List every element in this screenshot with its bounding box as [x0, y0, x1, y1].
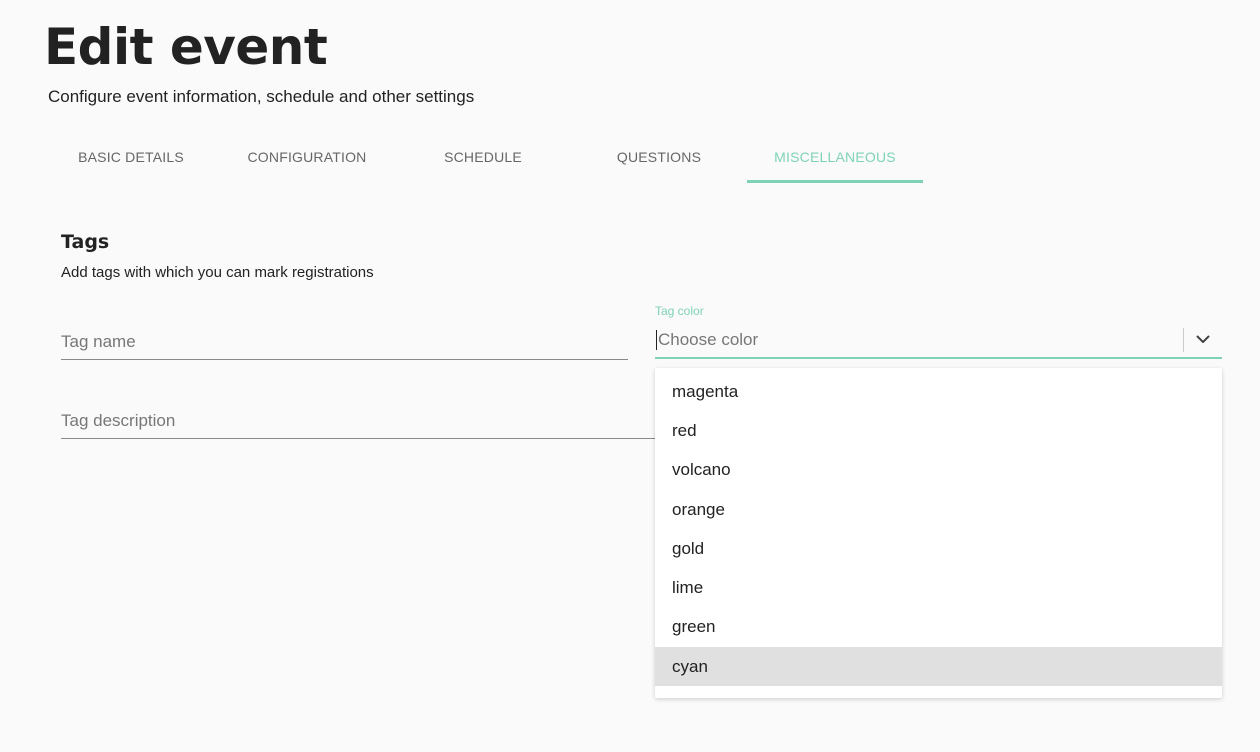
tab-bar: BASIC DETAILS CONFIGURATION SCHEDULE QUE…	[43, 131, 923, 183]
color-option-magenta[interactable]: magenta	[655, 372, 1222, 411]
tag-color-label: Tag color	[655, 304, 704, 318]
tab-configuration[interactable]: CONFIGURATION	[219, 131, 395, 183]
tag-color-select[interactable]: Choose color	[655, 322, 1222, 359]
tags-section-title: Tags	[61, 231, 110, 253]
tags-section-description: Add tags with which you can mark registr…	[61, 264, 374, 281]
chevron-down-icon[interactable]	[1184, 322, 1222, 357]
page-title: Edit event	[44, 18, 328, 76]
tag-description-input[interactable]	[61, 404, 661, 438]
tab-questions[interactable]: QUESTIONS	[571, 131, 747, 183]
color-option-cyan[interactable]: cyan	[655, 647, 1222, 687]
text-cursor	[656, 329, 657, 350]
edit-event-page: Edit event Configure event information, …	[0, 0, 1260, 752]
color-option-lime[interactable]: lime	[655, 568, 1222, 607]
color-option-gold[interactable]: gold	[655, 529, 1222, 568]
color-option-green[interactable]: green	[655, 608, 1222, 647]
color-option-volcano[interactable]: volcano	[655, 451, 1222, 490]
tag-color-dropdown-menu: magenta red volcano orange gold lime gre…	[655, 368, 1222, 698]
tag-name-field	[61, 325, 628, 360]
color-option-red[interactable]: red	[655, 411, 1222, 450]
tab-basic-details[interactable]: BASIC DETAILS	[43, 131, 219, 183]
tag-color-placeholder: Choose color	[658, 329, 759, 349]
color-option-orange[interactable]: orange	[655, 490, 1222, 529]
tab-miscellaneous[interactable]: MISCELLANEOUS	[747, 131, 923, 183]
tag-description-field	[61, 404, 661, 439]
page-subtitle: Configure event information, schedule an…	[48, 87, 475, 106]
tab-schedule[interactable]: SCHEDULE	[395, 131, 571, 183]
tag-name-input[interactable]	[61, 325, 628, 359]
